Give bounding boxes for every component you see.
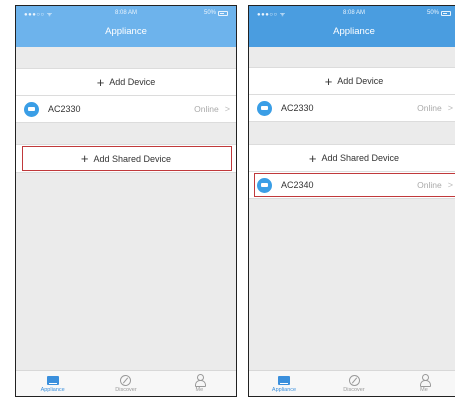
tab-discover[interactable]: Discover bbox=[319, 371, 389, 396]
air-conditioner-icon bbox=[24, 101, 39, 117]
tab-discover-label: Discover bbox=[115, 387, 137, 393]
device-status: Online bbox=[417, 103, 442, 113]
tab-appliance-label: Appliance bbox=[40, 387, 65, 393]
tab-bar: Appliance Discover Me bbox=[249, 370, 455, 396]
tab-me-label: Me bbox=[195, 387, 204, 393]
phone-screen-2: ●●●○○ ᯤ 8:08 AM 50% Appliance + Add Devi… bbox=[248, 5, 455, 397]
add-device-button[interactable]: + Add Device bbox=[16, 68, 236, 96]
appliance-icon bbox=[278, 374, 290, 386]
tab-me[interactable]: Me bbox=[163, 371, 236, 396]
person-icon bbox=[194, 374, 206, 387]
battery-indicator: 50% bbox=[427, 10, 451, 16]
device-list-item-ac2330[interactable]: AC2330 Online > bbox=[16, 95, 236, 123]
app-header: ●●●○○ ᯤ 8:08 AM 50% Appliance bbox=[249, 6, 455, 47]
status-time: 8:08 AM bbox=[342, 10, 365, 16]
tab-appliance[interactable]: Appliance bbox=[249, 371, 319, 396]
tab-discover[interactable]: Discover bbox=[89, 371, 162, 396]
battery-icon bbox=[218, 10, 228, 16]
device-name: AC2330 bbox=[281, 103, 314, 113]
tab-me[interactable]: Me bbox=[389, 371, 455, 396]
page-title: Appliance bbox=[333, 26, 375, 37]
person-icon bbox=[419, 374, 431, 387]
add-device-button[interactable]: + Add Device bbox=[249, 67, 455, 95]
battery-indicator: 50% bbox=[204, 10, 228, 16]
battery-icon bbox=[441, 10, 451, 16]
tab-appliance[interactable]: Appliance bbox=[16, 371, 89, 396]
device-name: AC2330 bbox=[48, 104, 81, 114]
app-header: ●●●○○ ᯤ 8:08 AM 50% Appliance bbox=[16, 6, 236, 47]
add-shared-device-label: Add Shared Device bbox=[321, 153, 400, 163]
device-list-item-ac2330[interactable]: AC2330 Online > bbox=[249, 94, 455, 122]
chevron-right-icon: > bbox=[224, 104, 230, 114]
status-bar: ●●●○○ ᯤ 8:08 AM 50% bbox=[249, 6, 455, 20]
tab-me-label: Me bbox=[420, 387, 428, 393]
chevron-right-icon: > bbox=[447, 103, 453, 113]
battery-percent: 50% bbox=[203, 10, 216, 16]
add-device-label: Add Device bbox=[337, 76, 384, 86]
status-bar: ●●●○○ ᯤ 8:08 AM 50% bbox=[16, 6, 236, 20]
highlight-box bbox=[22, 146, 232, 171]
plus-icon: + bbox=[308, 150, 317, 166]
battery-percent: 50% bbox=[426, 10, 439, 16]
compass-icon bbox=[348, 374, 360, 386]
phone-screen-1: ●●●○○ ᯤ 8:08 AM 50% Appliance + Add Devi… bbox=[15, 5, 237, 397]
plus-icon: + bbox=[324, 73, 333, 89]
appliance-icon bbox=[46, 374, 59, 386]
tab-bar: Appliance Discover Me bbox=[16, 370, 236, 396]
tab-appliance-label: Appliance bbox=[271, 387, 297, 393]
tab-discover-label: Discover bbox=[343, 387, 365, 393]
device-status: Online bbox=[194, 104, 219, 114]
page-title: Appliance bbox=[105, 26, 147, 37]
plus-icon: + bbox=[96, 74, 105, 90]
air-conditioner-icon bbox=[257, 100, 272, 116]
compass-icon bbox=[120, 374, 132, 386]
add-shared-device-button[interactable]: + Add Shared Device bbox=[249, 144, 455, 172]
add-device-label: Add Device bbox=[109, 77, 156, 87]
highlight-box bbox=[254, 173, 455, 197]
